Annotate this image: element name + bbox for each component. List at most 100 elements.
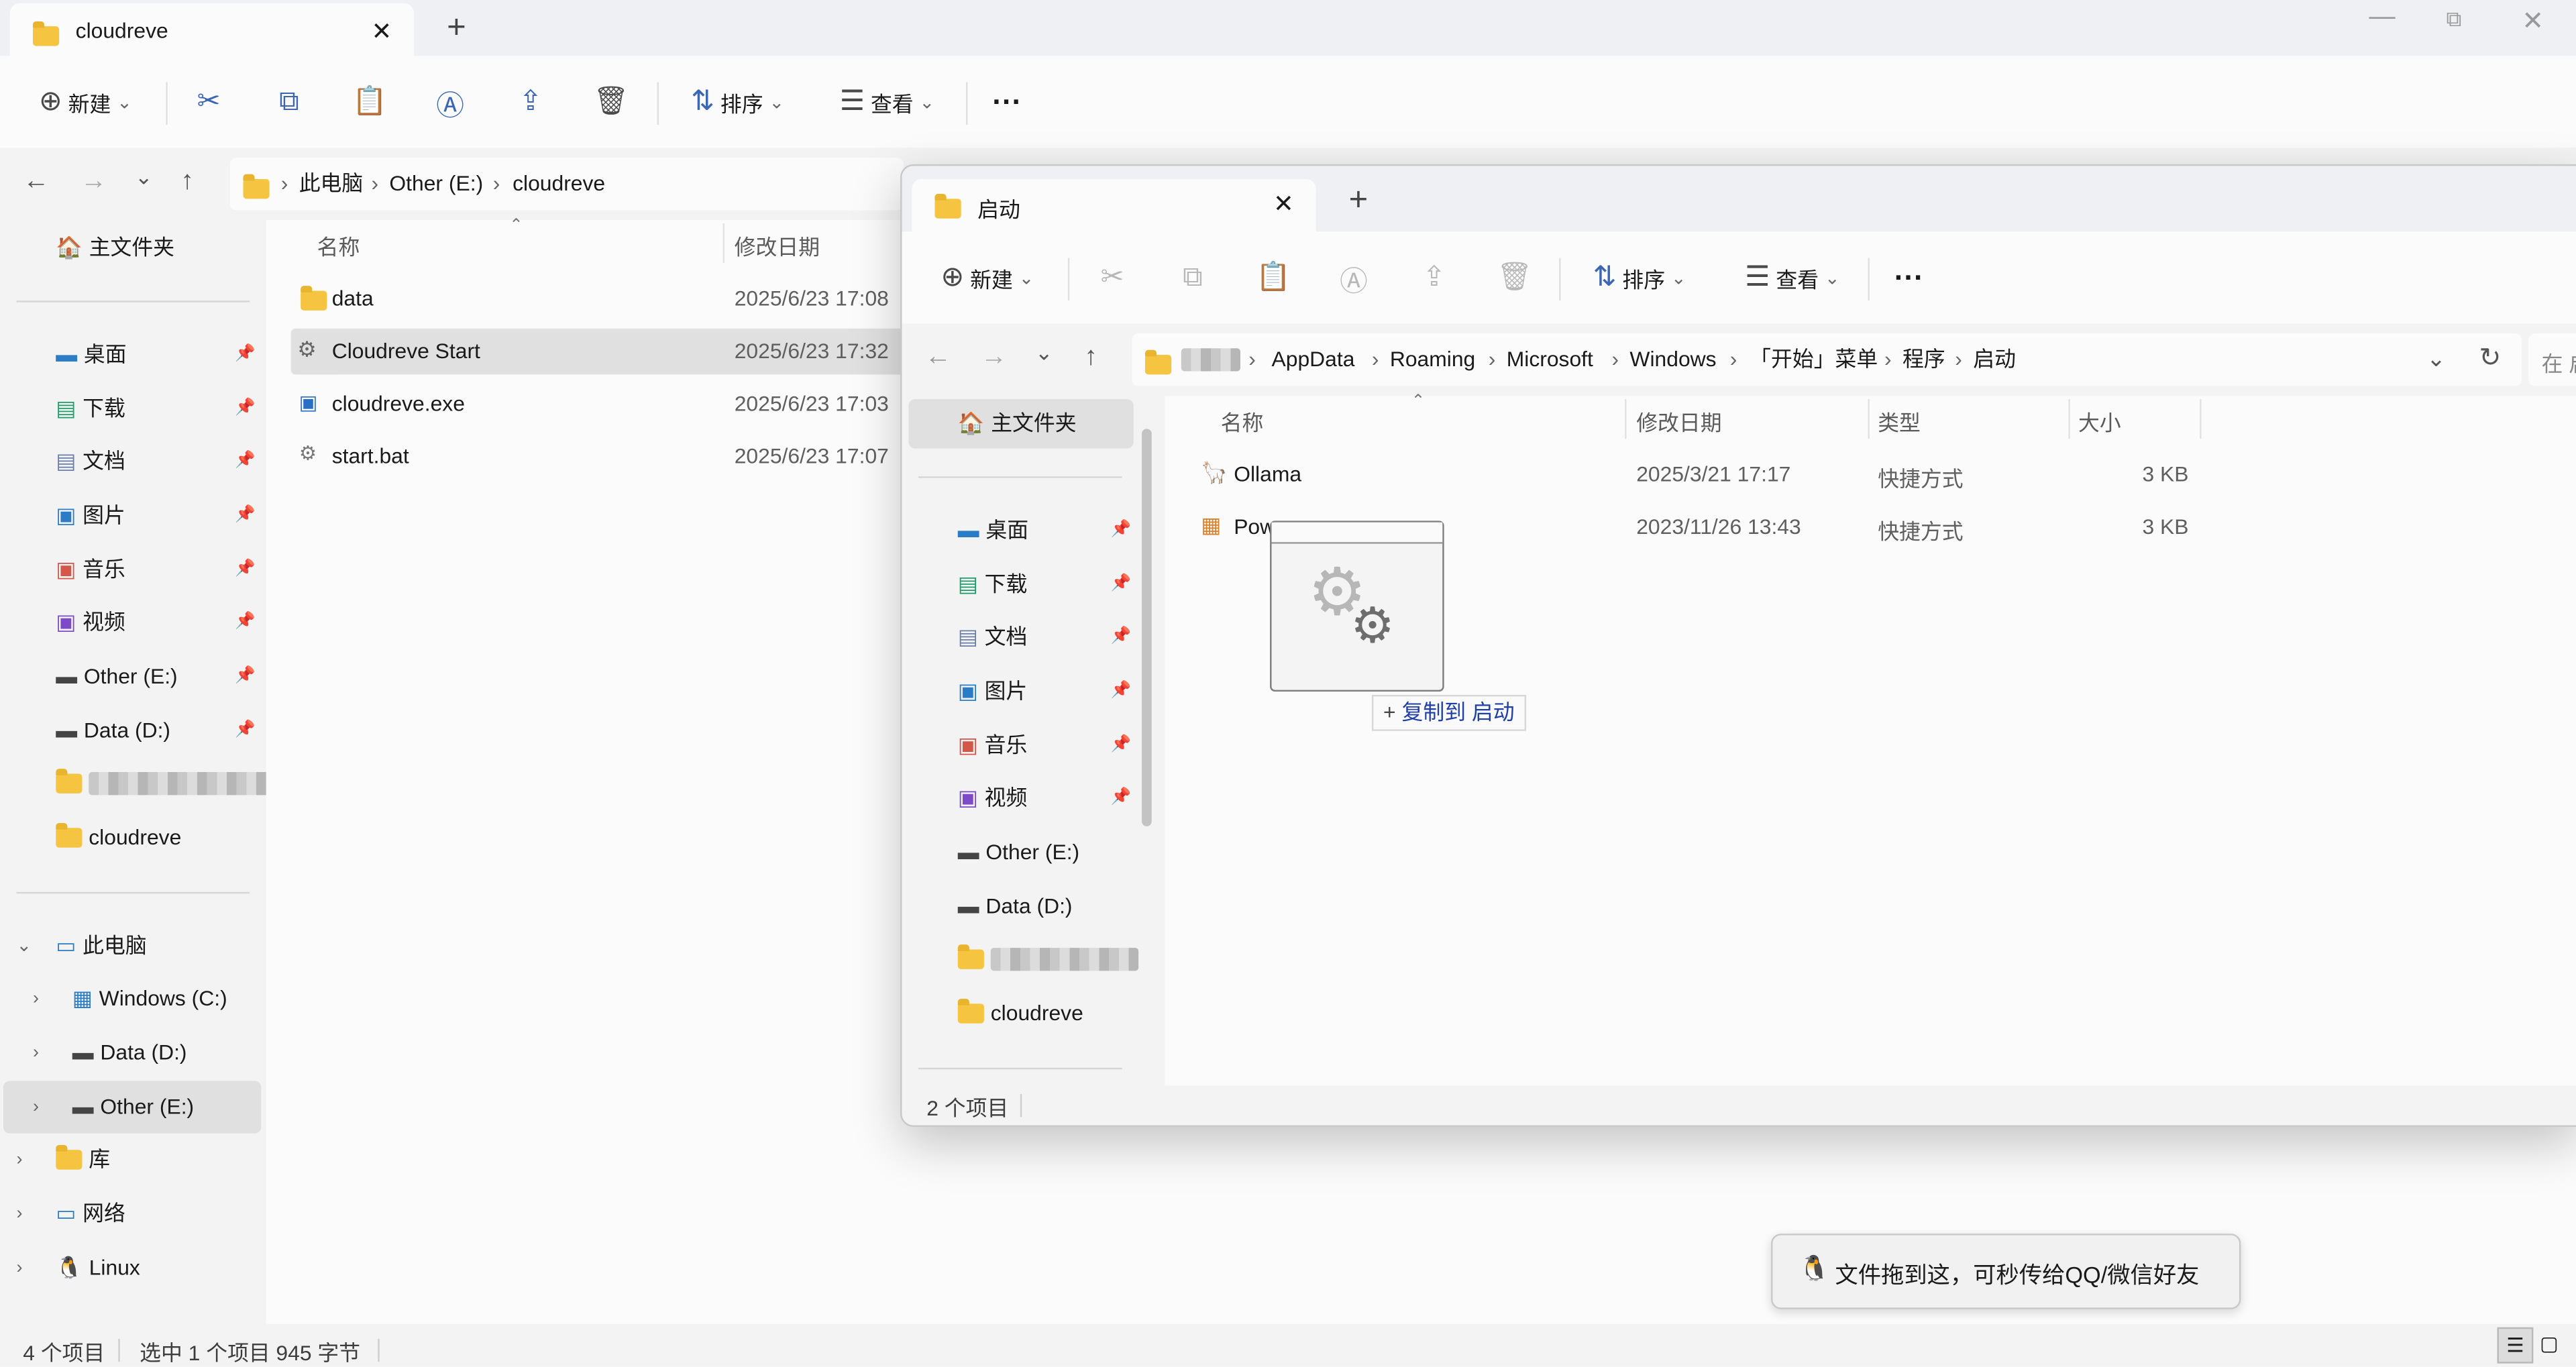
pin-icon[interactable]: 📌 [235, 667, 255, 685]
delete-button[interactable]: 🗑 [586, 56, 635, 148]
table-row[interactable]: ▣ cloudreve.exe 2025/6/23 17:03 [290, 381, 915, 427]
rename-button[interactable]: Ⓐ [1329, 231, 1378, 323]
table-row[interactable]: 🦙 Ollama 2025/3/21 17:17 快捷方式 3 KB [1194, 451, 2212, 498]
breadcrumb-item[interactable]: 程序 [1902, 333, 1945, 386]
copy-button[interactable]: ⧉ [1168, 231, 1217, 323]
back-icon[interactable]: ← [925, 343, 951, 373]
pin-icon[interactable]: 📌 [1111, 628, 1131, 646]
pin-icon[interactable]: 📌 [1111, 736, 1131, 754]
sidebar-item-other-e[interactable]: › ▬ Other (E:) [33, 1083, 194, 1132]
sidebar-item-this-pc[interactable]: ⌄ ▭ 此电脑 [16, 922, 146, 971]
new-button[interactable]: ⊕ 新建 ⌄ [925, 231, 1050, 323]
table-row[interactable]: data 2025/6/23 17:08 [290, 276, 915, 322]
sidebar-item-other-e[interactable]: ▬ Other (E:) [56, 652, 177, 701]
column-name-header[interactable]: 名称 [317, 230, 360, 262]
cut-button[interactable]: ✂ [1087, 231, 1136, 323]
rename-button[interactable]: Ⓐ [425, 56, 474, 148]
paste-button[interactable]: 📋 [345, 56, 394, 148]
sidebar-item-desktop[interactable]: ▬ 桌面 [56, 330, 126, 379]
sidebar-item-downloads[interactable]: ▤ 下载 [56, 384, 125, 433]
minimize-button[interactable]: — [2369, 3, 2395, 33]
address-bar[interactable]: › 此电脑 › Other (E:) › cloudreve [229, 158, 904, 211]
pin-icon[interactable]: 📌 [235, 721, 255, 739]
sidebar-item-documents[interactable]: ▤ 文档 [958, 612, 1028, 661]
recent-icon[interactable]: ⌄ [1035, 340, 1053, 366]
restore-button[interactable]: ⧉ [2447, 7, 2462, 33]
back-icon[interactable]: ← [23, 168, 49, 197]
tiles-view-icon[interactable]: ▢ [2540, 1332, 2559, 1355]
sidebar-item-videos[interactable]: ▣ 视频 [958, 773, 1028, 822]
recent-icon[interactable]: ⌄ [135, 164, 153, 190]
sidebar-item-data-d[interactable]: › ▬ Data (D:) [33, 1028, 187, 1077]
breadcrumb-item[interactable]: cloudreve [513, 158, 605, 210]
refresh-icon[interactable]: ↻ [2479, 341, 2502, 374]
share-button[interactable]: ⇪ [506, 56, 555, 148]
column-modified-header[interactable]: 修改日期 [735, 230, 820, 262]
sidebar-item-library[interactable]: › 库 [16, 1135, 110, 1184]
more-button[interactable]: ··· [1884, 231, 1933, 323]
sidebar-item-cloudreve[interactable]: cloudreve [56, 813, 181, 862]
sidebar-item-blurred[interactable] [56, 759, 283, 808]
pin-icon[interactable]: 📌 [1111, 575, 1131, 593]
pin-icon[interactable]: 📌 [1111, 521, 1131, 539]
breadcrumb-item[interactable]: 此电脑 [299, 158, 364, 210]
sidebar-item-pictures[interactable]: ▣ 图片 [958, 667, 1028, 716]
chevron-down-icon[interactable]: ⌄ [16, 922, 49, 971]
cut-button[interactable]: ✂ [184, 56, 233, 148]
close-tab-icon[interactable]: ✕ [371, 16, 392, 46]
sidebar-item-linux[interactable]: › 🐧 Linux [16, 1244, 140, 1293]
sidebar-item-data-d[interactable]: ▬ Data (D:) [56, 706, 170, 755]
chevron-right-icon[interactable]: › [16, 1189, 49, 1238]
column-modified-header[interactable]: 修改日期 [1636, 406, 1721, 437]
copy-button[interactable]: ⧉ [264, 56, 313, 148]
sidebar-item-downloads[interactable]: ▤ 下载 [958, 560, 1028, 609]
pin-icon[interactable]: 📌 [235, 506, 255, 524]
sort-button[interactable]: ⇅ 排序 ⌄ [674, 56, 802, 148]
table-row[interactable]: ⚙ start.bat 2025/6/23 17:07 [290, 434, 915, 480]
breadcrumb-item[interactable]: 启动 [1973, 333, 2016, 386]
address-bar[interactable]: › AppData › Roaming › Microsoft › Window… [1132, 333, 2522, 386]
forward-icon[interactable]: → [80, 168, 107, 197]
search-box[interactable]: 在 启 [2528, 333, 2576, 386]
more-button[interactable]: ··· [983, 56, 1032, 148]
sidebar-scrollbar[interactable] [1142, 429, 1152, 826]
sort-button[interactable]: ⇅ 排序 ⌄ [1576, 231, 1704, 323]
pin-icon[interactable]: 📌 [235, 560, 255, 578]
tab-cloudreve[interactable]: cloudreve ✕ [9, 3, 415, 60]
new-button[interactable]: ⊕ 新建 ⌄ [23, 56, 148, 148]
column-type-header[interactable]: 类型 [1878, 406, 1921, 437]
qq-drop-toast[interactable]: 🐧 文件拖到这，可秒传给QQ/微信好友 [1771, 1234, 2241, 1309]
chevron-right-icon[interactable]: › [33, 1028, 66, 1077]
new-tab-button[interactable]: + [447, 10, 466, 48]
forward-icon[interactable]: → [981, 343, 1007, 373]
pin-icon[interactable]: 📌 [235, 451, 255, 470]
new-tab-button[interactable]: + [1349, 182, 1368, 220]
sidebar-item-other-e[interactable]: ▬ Other (E:) [958, 828, 1079, 877]
sidebar-item-network[interactable]: › ▭ 网络 [16, 1189, 125, 1238]
chevron-right-icon[interactable]: › [16, 1135, 49, 1184]
delete-button[interactable]: 🗑 [1490, 231, 1539, 323]
paste-button[interactable]: 📋 [1248, 231, 1297, 323]
breadcrumb-item[interactable]: Microsoft [1507, 333, 1593, 386]
breadcrumb-item[interactable]: Windows [1629, 333, 1716, 386]
view-button[interactable]: ☰ 查看 ⌄ [1727, 231, 1858, 323]
view-button[interactable]: ☰ 查看 ⌄ [822, 56, 953, 148]
sidebar-item-videos[interactable]: ▣ 视频 [56, 598, 125, 647]
pin-icon[interactable]: 📌 [1111, 681, 1131, 700]
breadcrumb-item[interactable]: Roaming [1390, 333, 1475, 386]
sidebar-item-blurred[interactable] [957, 934, 1139, 983]
sidebar-item-data-d[interactable]: ▬ Data (D:) [958, 882, 1073, 931]
details-view-icon[interactable]: ☰ [2497, 1327, 2534, 1364]
close-window-button[interactable]: ✕ [2522, 5, 2544, 38]
breadcrumb-item[interactable]: Other (E:) [389, 158, 483, 210]
table-row-selected[interactable]: ⚙ Cloudreve Start 2025/6/23 17:32 [290, 328, 916, 375]
up-icon[interactable]: ↑ [1084, 343, 1097, 373]
column-size-header[interactable]: 大小 [2078, 406, 2121, 437]
pin-icon[interactable]: 📌 [1111, 789, 1131, 807]
sidebar-item-home[interactable]: 🏠 主文件夹 [958, 399, 1077, 448]
pin-icon[interactable]: 📌 [235, 612, 255, 631]
sidebar-item-cloudreve[interactable]: cloudreve [957, 989, 1083, 1038]
chevron-right-icon[interactable]: › [16, 1244, 49, 1293]
sidebar-item-pictures[interactable]: ▣ 图片 [56, 491, 125, 540]
breadcrumb-item[interactable]: 「开始」菜单 [1750, 333, 1878, 386]
